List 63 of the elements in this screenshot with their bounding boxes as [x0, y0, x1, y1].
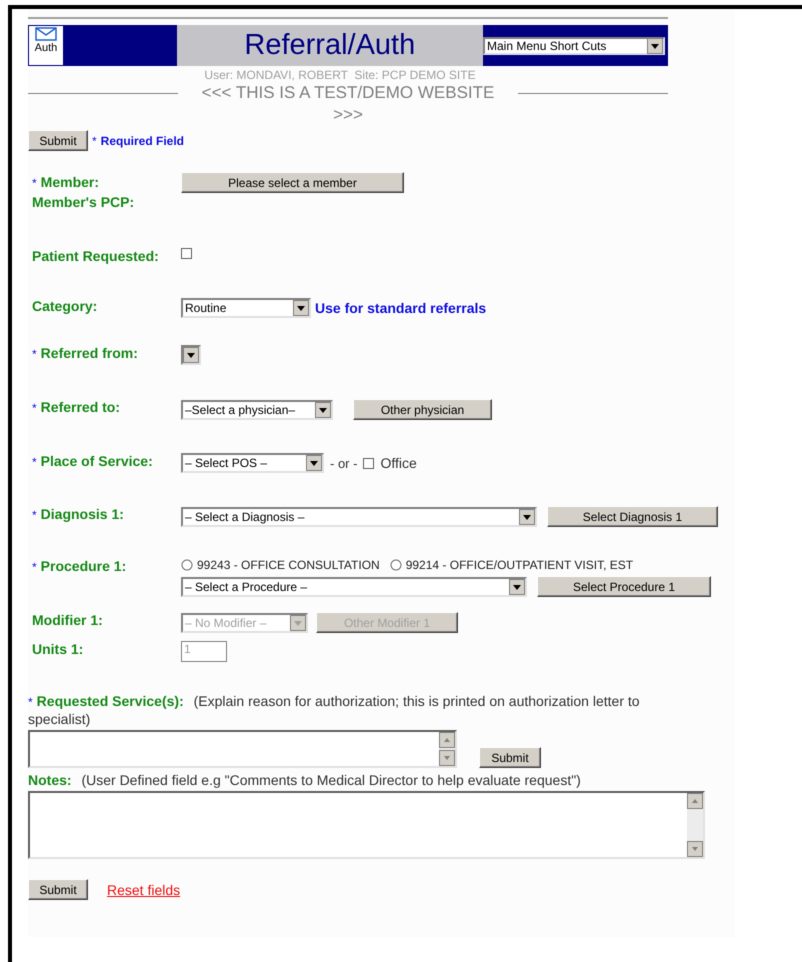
field-label: Place of Service:: [40, 453, 153, 469]
pos-select[interactable]: – Select POS –: [181, 453, 324, 473]
field-label: Patient Requested:: [32, 248, 159, 264]
icon-label: Auth: [34, 42, 58, 54]
field-label: Category:: [32, 298, 98, 314]
checkbox[interactable]: [181, 248, 192, 259]
other-button[interactable]: Select Diagnosis 1: [547, 506, 718, 527]
procedure-select[interactable]: – Select a Procedure –: [181, 576, 527, 596]
field-description: Notes: (User Defined field e.g "Comments to Medical Director to help evaluate request"): [28, 772, 582, 789]
field-label: Referred to:: [40, 399, 120, 415]
caret-icon: [647, 38, 663, 54]
select-member-button[interactable]: Please select a member: [181, 172, 404, 193]
caret-icon: [290, 614, 306, 630]
field-label: Units 1:: [32, 641, 84, 657]
field-label: Member:: [40, 174, 100, 190]
radio-button[interactable]: [390, 559, 402, 571]
required-asterisk: *: [32, 401, 37, 415]
or-text: - or -: [330, 456, 358, 470]
dropdown-select[interactable]: –Select a physician–: [181, 400, 333, 420]
required-asterisk: *: [92, 134, 97, 148]
envelope-icon: [35, 27, 57, 41]
caret-icon: [183, 347, 199, 363]
reset-fields-link[interactable]: Reset fields: [107, 882, 180, 898]
user-site-line: User: MONDAVI, ROBERT Site: PCP DEMO SITE: [204, 68, 476, 82]
radio-label: 99214 - OFFICE/OUTPATIENT VISIT, EST: [406, 558, 634, 572]
field-label: Member's PCP:: [32, 194, 134, 210]
submit-button[interactable]: Submit: [28, 130, 88, 151]
submit-button[interactable]: Submit: [479, 747, 541, 768]
required-asterisk: *: [32, 455, 37, 469]
caret-icon: [509, 578, 525, 594]
caret-icon: [306, 455, 322, 471]
field-label: Referred from:: [40, 345, 138, 361]
scrollbar[interactable]: [687, 793, 703, 857]
required-field-note: Required Field: [100, 134, 184, 148]
required-asterisk: *: [32, 347, 37, 361]
submit-button[interactable]: Submit: [28, 879, 88, 900]
office-label: Office: [380, 455, 417, 471]
field-description: * Requested Service(s): (Explain reason for authorization; this is printed on authorization letter to specialist): [28, 693, 641, 728]
dropdown-select[interactable]: [181, 345, 201, 365]
scrollbar[interactable]: [439, 732, 455, 766]
caret-icon: [519, 508, 535, 524]
category-hint: Use for standard referrals: [315, 300, 486, 316]
select-procedure-button[interactable]: Select Procedure 1: [537, 576, 711, 597]
field-label: Diagnosis 1:: [40, 506, 124, 522]
text-area[interactable]: [28, 730, 457, 768]
field-label: Procedure 1:: [40, 558, 126, 574]
radio-button[interactable]: [181, 559, 193, 571]
menu-select[interactable]: Main Menu Short Cuts: [483, 36, 665, 54]
dropdown-select[interactable]: – Select a Diagnosis –: [181, 506, 537, 526]
checkbox[interactable]: [363, 458, 374, 468]
field-label: Modifier 1:: [32, 612, 103, 628]
auth-icon-button[interactable]: Auth: [28, 25, 64, 66]
text-area[interactable]: [28, 791, 705, 859]
demo-warning-text: <<< THIS IS A TEST/DEMO WEBSITE >>>: [200, 82, 496, 126]
dropdown-select[interactable]: Routine: [181, 298, 311, 318]
radio-label: 99243 - OFFICE CONSULTATION: [197, 558, 380, 572]
required-asterisk: *: [32, 560, 37, 574]
page-title: Referral/Auth: [244, 29, 416, 62]
caret-icon: [315, 402, 331, 418]
required-asterisk: *: [32, 508, 37, 522]
other-button[interactable]: Other physician: [353, 399, 492, 420]
required-asterisk: *: [32, 176, 37, 190]
caret-icon: [293, 300, 309, 316]
